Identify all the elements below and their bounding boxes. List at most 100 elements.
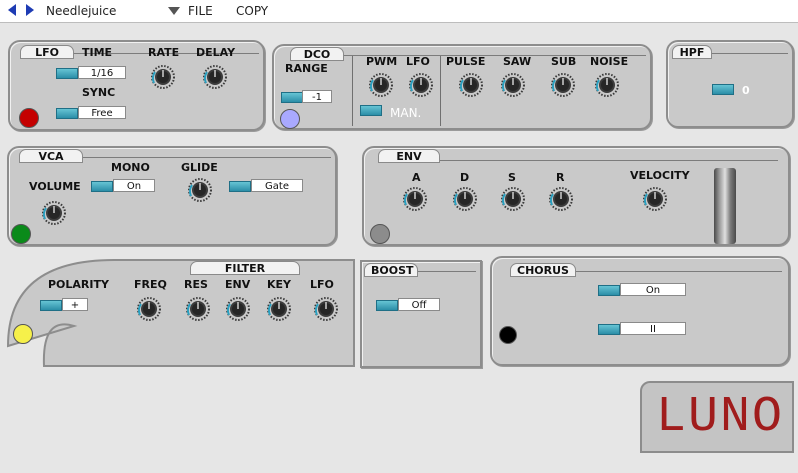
pulse-knob[interactable] bbox=[458, 72, 484, 98]
glide-label: GLIDE bbox=[181, 161, 218, 174]
gate-toggle[interactable] bbox=[229, 181, 251, 192]
polarity-field[interactable]: + bbox=[62, 298, 88, 311]
saw-label: SAW bbox=[503, 55, 532, 68]
dropdown-triangle-icon[interactable] bbox=[168, 7, 180, 15]
sub-label: SUB bbox=[551, 55, 577, 68]
velocity-knob[interactable] bbox=[642, 186, 668, 212]
boost-toggle[interactable] bbox=[376, 300, 398, 311]
lfo-title: LFO bbox=[20, 45, 74, 59]
dco-panel: DCO RANGE -1 PWM LFO MAN. PULSE SAW SUB … bbox=[272, 44, 652, 130]
attack-knob[interactable] bbox=[402, 186, 428, 212]
filter-led bbox=[13, 324, 33, 344]
res-knob[interactable] bbox=[185, 296, 211, 322]
volume-knob[interactable] bbox=[41, 200, 67, 226]
range-toggle[interactable] bbox=[281, 92, 303, 103]
glide-knob[interactable] bbox=[187, 177, 213, 203]
hpf-panel: HPF 0 bbox=[666, 40, 794, 128]
boost-title: BOOST bbox=[364, 263, 418, 277]
sync-toggle[interactable] bbox=[56, 108, 78, 119]
divider bbox=[418, 271, 476, 272]
dco-led bbox=[280, 109, 300, 129]
boost-field[interactable]: Off bbox=[398, 298, 440, 311]
sync-label: SYNC bbox=[82, 86, 116, 99]
divider bbox=[352, 56, 353, 126]
dco-title: DCO bbox=[290, 47, 344, 61]
range-field[interactable]: -1 bbox=[302, 90, 332, 103]
attack-label: A bbox=[412, 171, 421, 184]
decay-label: D bbox=[460, 171, 470, 184]
hpf-value: 0 bbox=[742, 84, 750, 97]
boost-panel: BOOST Off bbox=[360, 260, 482, 368]
chorus-panel: CHORUS On II bbox=[490, 256, 790, 366]
lfo-led bbox=[19, 108, 39, 128]
divider bbox=[576, 271, 782, 272]
delay-label: DELAY bbox=[196, 46, 236, 59]
mono-toggle[interactable] bbox=[91, 181, 113, 192]
man-toggle[interactable] bbox=[360, 105, 382, 116]
chorus-title: CHORUS bbox=[510, 263, 576, 277]
back-arrow-icon[interactable] bbox=[8, 4, 16, 16]
filter-env-label: ENV bbox=[225, 278, 251, 291]
vca-led bbox=[11, 224, 31, 244]
window-title: Needlejuice bbox=[46, 4, 117, 18]
sustain-label: S bbox=[508, 171, 516, 184]
filter-panel: FILTER POLARITY + FREQ RES ENV KEY LFO bbox=[4, 256, 360, 368]
env-led bbox=[370, 224, 390, 244]
pwm-knob[interactable] bbox=[368, 72, 394, 98]
freq-label: FREQ bbox=[134, 278, 167, 291]
divider bbox=[712, 53, 788, 54]
chorus-type-field[interactable]: II bbox=[620, 322, 686, 335]
dco-lfo-knob[interactable] bbox=[408, 72, 434, 98]
chorus-led bbox=[499, 326, 517, 344]
key-label: KEY bbox=[267, 278, 292, 291]
lfo-panel: LFO TIME 1/16 SYNC Free RATE DELAY bbox=[8, 40, 265, 131]
hpf-toggle[interactable] bbox=[712, 84, 734, 95]
volume-label: VOLUME bbox=[29, 180, 81, 193]
chorus-type-toggle[interactable] bbox=[598, 324, 620, 335]
file-menu[interactable]: FILE bbox=[188, 4, 213, 18]
time-toggle[interactable] bbox=[56, 68, 78, 79]
sub-knob[interactable] bbox=[550, 72, 576, 98]
pulse-label: PULSE bbox=[446, 55, 486, 68]
filter-lfo-knob[interactable] bbox=[313, 296, 339, 322]
time-label: TIME bbox=[82, 46, 113, 59]
decay-knob[interactable] bbox=[452, 186, 478, 212]
logo-text: LUNO bbox=[656, 389, 785, 446]
pwm-label: PWM bbox=[366, 55, 398, 68]
rate-knob[interactable] bbox=[150, 64, 176, 90]
delay-knob[interactable] bbox=[202, 64, 228, 90]
divider bbox=[83, 157, 331, 158]
copy-menu[interactable]: COPY bbox=[236, 4, 268, 18]
res-label: RES bbox=[184, 278, 208, 291]
release-knob[interactable] bbox=[548, 186, 574, 212]
mono-field[interactable]: On bbox=[113, 179, 155, 192]
polarity-toggle[interactable] bbox=[40, 300, 62, 311]
mono-label: MONO bbox=[111, 161, 150, 174]
chorus-toggle[interactable] bbox=[598, 285, 620, 296]
luno-logo: LUNO bbox=[640, 381, 794, 453]
forward-arrow-icon[interactable] bbox=[26, 4, 34, 16]
filter-title: FILTER bbox=[190, 261, 300, 275]
gate-field[interactable]: Gate bbox=[251, 179, 303, 192]
polarity-label: POLARITY bbox=[48, 278, 109, 291]
mod-wheel[interactable] bbox=[714, 168, 736, 244]
time-field[interactable]: 1/16 bbox=[78, 66, 126, 79]
freq-knob[interactable] bbox=[136, 296, 162, 322]
rate-label: RATE bbox=[148, 46, 180, 59]
dco-lfo-label: LFO bbox=[406, 55, 430, 68]
sustain-knob[interactable] bbox=[500, 186, 526, 212]
saw-knob[interactable] bbox=[500, 72, 526, 98]
noise-knob[interactable] bbox=[594, 72, 620, 98]
divider bbox=[440, 56, 441, 126]
key-knob[interactable] bbox=[266, 296, 292, 322]
env-panel: ENV A D S R VELOCITY bbox=[362, 146, 790, 246]
filter-env-knob[interactable] bbox=[225, 296, 251, 322]
sync-field[interactable]: Free bbox=[78, 106, 126, 119]
filter-lfo-label: LFO bbox=[310, 278, 334, 291]
vca-panel: VCA MONO On GLIDE Gate VOLUME bbox=[7, 146, 337, 246]
env-title: ENV bbox=[378, 149, 440, 163]
man-label: MAN. bbox=[390, 106, 422, 120]
chorus-mode-field[interactable]: On bbox=[620, 283, 686, 296]
vca-title: VCA bbox=[19, 149, 83, 163]
hpf-title: HPF bbox=[672, 45, 712, 59]
